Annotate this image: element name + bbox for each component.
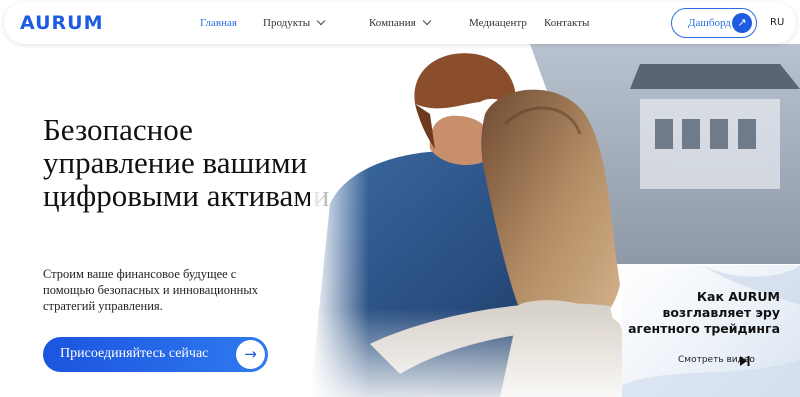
nav-item-products-label: Продукты: [263, 17, 311, 29]
nav-item-contacts[interactable]: Контакты: [544, 17, 589, 29]
arrow-up-right-icon: ↗: [732, 13, 752, 33]
chevron-down-icon: [316, 16, 326, 26]
nav-item-company[interactable]: Компания: [369, 16, 431, 29]
chevron-down-icon: [422, 16, 431, 26]
top-navbar: AURUM Главная Продукты Компания Медиацен…: [4, 2, 796, 44]
nav-item-products[interactable]: Продукты: [263, 16, 326, 29]
dashboard-button[interactable]: Дашборд ↗: [671, 8, 757, 38]
logo[interactable]: AURUM: [20, 12, 104, 34]
video-card-title: Как AURUM возглавляет эру агентного трей…: [628, 289, 780, 336]
play-icon: [740, 356, 750, 366]
join-now-button-label: Присоединяйтесь сейчас: [60, 346, 209, 361]
nav-item-home[interactable]: Главная: [200, 17, 237, 29]
hero-subtext: Строим ваше финансовое будущее с помощью…: [43, 267, 258, 313]
arrow-right-icon: →: [236, 340, 265, 369]
hero-headline: Безопасное управление вашими цифровыми а…: [43, 112, 330, 213]
nav-item-company-label: Компания: [369, 17, 416, 29]
dashboard-button-label: Дашборд: [688, 17, 731, 29]
language-switcher[interactable]: RU: [770, 17, 784, 28]
nav-item-media[interactable]: Медиацентр: [469, 17, 527, 29]
video-card[interactable]: Как AURUM возглавляет эру агентного трей…: [622, 265, 800, 397]
join-now-button[interactable]: Присоединяйтесь сейчас →: [43, 337, 268, 372]
